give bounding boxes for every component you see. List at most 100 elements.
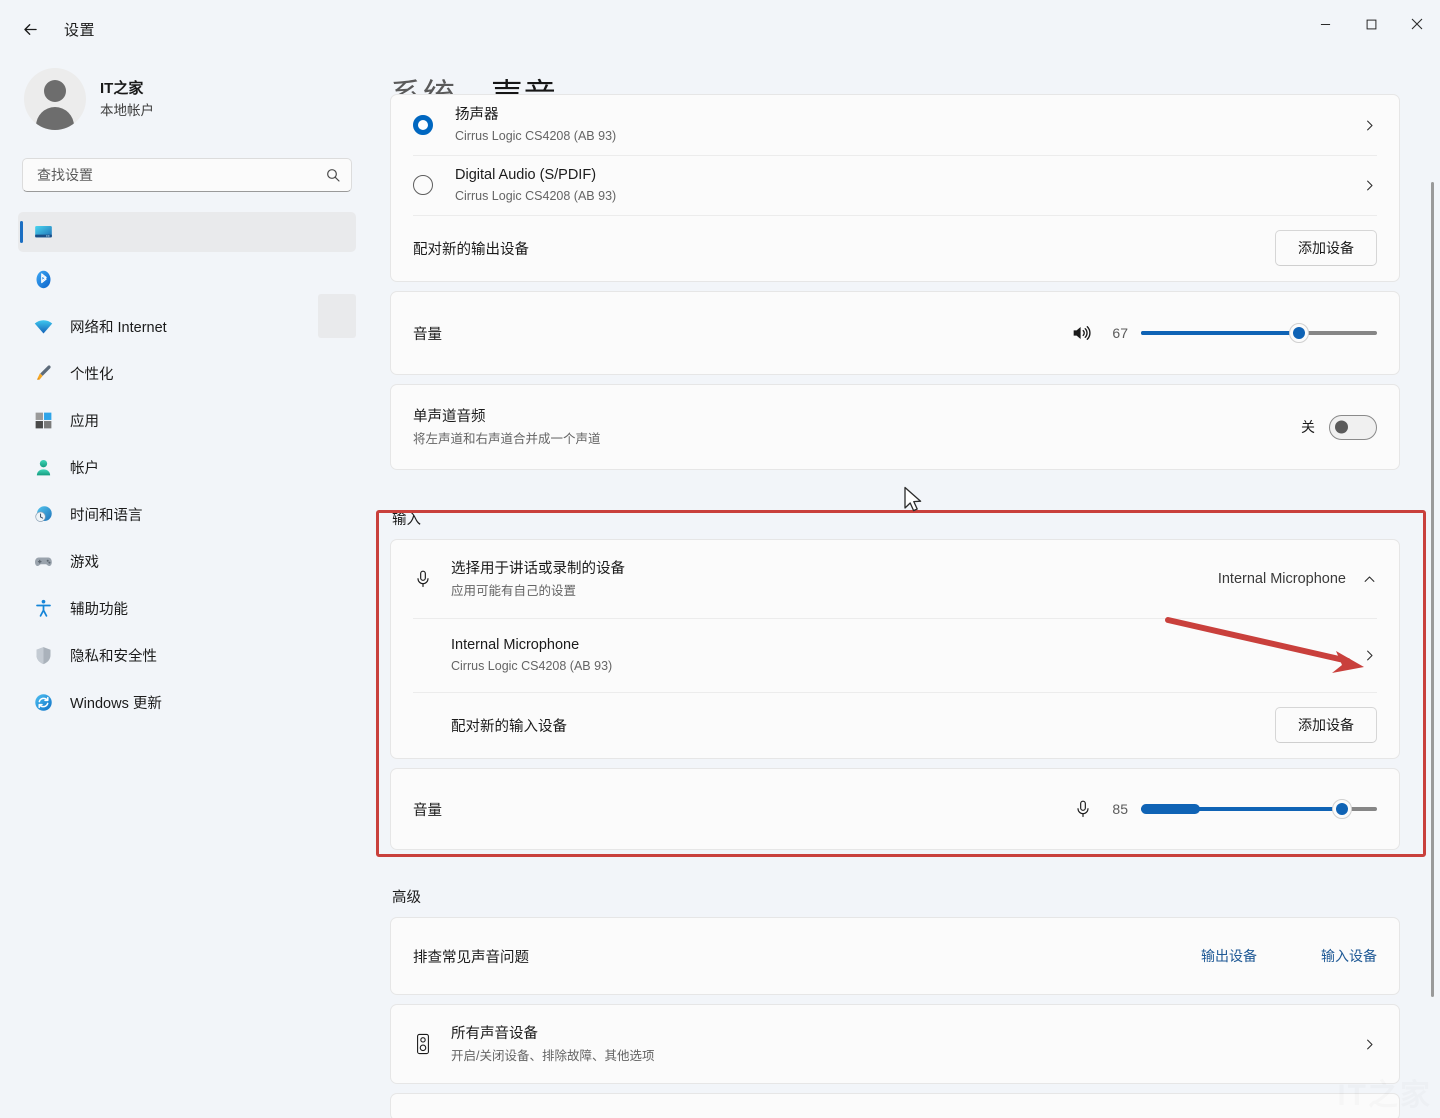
input-chooser-row[interactable]: 选择用于讲话或录制的设备 应用可能有自己的设置 Internal Microph… [391,540,1399,618]
mono-audio-toggle[interactable] [1329,415,1377,440]
device-name: Digital Audio (S/PDIF) [455,167,596,183]
mono-audio-card: 单声道音频 将左声道和右声道合并成一个声道 关 [390,384,1400,470]
all-sound-devices-card[interactable]: 所有声音设备 开启/关闭设备、排除故障、其他选项 [390,1004,1400,1084]
chevron-right-icon[interactable] [1362,118,1377,133]
maximize-button[interactable] [1348,0,1394,48]
gaming-icon [32,550,54,572]
speaker-icon[interactable] [1069,322,1093,344]
output-volume-slider[interactable] [1141,322,1377,344]
input-level-meter [1141,804,1200,814]
mono-audio-row[interactable]: 单声道音频 将左声道和右声道合并成一个声道 关 [391,385,1399,469]
accounts-icon [32,456,54,478]
sidebar-nav: 系统 蓝牙和其他设备 [18,212,356,722]
microphone-icon[interactable] [1073,798,1093,820]
troubleshoot-label: 排查常见声音问题 [413,946,529,967]
system-icon [32,221,54,243]
sidebar-item-bluetooth[interactable]: 蓝牙和其他设备 [18,259,356,299]
search-icon [325,167,341,183]
troubleshoot-card: 排查常见声音问题 输出设备 输入设备 [390,917,1400,995]
input-section-title: 输入 [392,508,1440,529]
toggle-knob [1335,421,1348,434]
mono-audio-sub: 将左声道和右声道合并成一个声道 [413,430,601,448]
output-volume-row[interactable]: 音量 67 [391,292,1399,374]
all-sound-devices-row[interactable]: 所有声音设备 开启/关闭设备、排除故障、其他选项 [391,1005,1399,1083]
sidebar-label-overlay [318,294,356,338]
input-volume-row[interactable]: 音量 85 [391,769,1399,849]
account-name: IT之家 [100,79,154,99]
radio-selected-icon[interactable] [413,115,433,135]
apps-icon [32,409,54,431]
slider-thumb[interactable] [1289,323,1309,343]
chevron-right-icon[interactable] [1362,178,1377,193]
network-icon [32,315,54,337]
chevron-right-icon[interactable] [1362,648,1377,663]
input-chooser-value: Internal Microphone [1218,569,1346,589]
avatar [24,68,86,130]
sidebar-item-personalization[interactable]: 个性化 [18,353,356,393]
title-bar: 设置 [0,0,1440,58]
minimize-button[interactable] [1302,0,1348,48]
time-language-icon [32,503,54,525]
close-button[interactable] [1394,0,1440,48]
sidebar-item-system[interactable]: 系统 [18,212,356,252]
input-devices-card: 选择用于讲话或录制的设备 应用可能有自己的设置 Internal Microph… [390,539,1400,759]
mono-audio-state: 关 [1301,417,1315,437]
sidebar-item-time-language[interactable]: 时间和语言 [18,494,356,534]
settings-scroll-area[interactable]: 扬声器 Cirrus Logic CS4208 (AB 93) Digital … [374,130,1440,1118]
input-chooser-title: 选择用于讲话或录制的设备 [451,559,1218,579]
sidebar-item-accounts[interactable]: 帐户 [18,447,356,487]
output-volume-value: 67 [1106,325,1128,341]
advanced-section-title: 高级 [392,886,1440,907]
sidebar-item-windows-update[interactable]: Windows 更新 [18,682,356,722]
content-scrollbar[interactable] [1431,182,1434,997]
sidebar-item-privacy-security[interactable]: 隐私和安全性 [18,635,356,675]
privacy-security-icon [32,644,54,666]
output-volume-label: 音量 [413,323,442,344]
accessibility-icon [32,597,54,619]
window-controls [1302,0,1440,48]
search-box[interactable] [22,158,352,192]
back-button[interactable] [12,11,48,47]
output-device-row-speakers[interactable]: 扬声器 Cirrus Logic CS4208 (AB 93) [391,95,1399,155]
chevron-right-icon[interactable] [1362,1037,1377,1052]
troubleshoot-output-link[interactable]: 输出设备 [1201,946,1257,966]
account-block[interactable]: IT之家 本地帐户 [24,68,356,130]
device-sub: Cirrus Logic CS4208 (AB 93) [455,127,1362,145]
device-name: 扬声器 [455,107,499,123]
add-output-device-button[interactable]: 添加设备 [1275,230,1377,266]
sidebar-item-apps[interactable]: 应用 [18,400,356,440]
input-section: 输入 选择用于讲话或录制的设备 应用可能有自己的设置 [374,508,1440,850]
bluetooth-icon [32,268,54,290]
pair-input-device-row: 配对新的输入设备 添加设备 [391,692,1399,758]
sidebar-item-label: 个性化 [70,363,114,384]
add-input-device-button[interactable]: 添加设备 [1275,707,1377,743]
slider-fill [1141,331,1299,335]
input-volume-slider[interactable] [1141,798,1377,820]
sidebar-item-accessibility[interactable]: 辅助功能 [18,588,356,628]
app-title: 设置 [64,19,95,40]
slider-thumb[interactable] [1332,799,1352,819]
windows-update-icon [32,691,54,713]
mono-audio-toggle-group[interactable]: 关 [1301,415,1377,440]
sidebar-item-label: 时间和语言 [70,504,143,525]
output-device-row-spdif[interactable]: Digital Audio (S/PDIF) Cirrus Logic CS42… [391,155,1399,215]
search-input[interactable] [37,167,325,183]
sidebar-item-network[interactable]: 网络和 Internet [18,306,356,346]
chevron-up-icon[interactable] [1362,572,1377,587]
troubleshoot-input-link[interactable]: 输入设备 [1321,946,1377,966]
radio-unselected-icon[interactable] [413,175,433,195]
account-type: 本地帐户 [100,101,154,120]
all-sound-devices-sub: 开启/关闭设备、排除故障、其他选项 [451,1047,1362,1065]
sidebar-item-label: 应用 [70,410,99,431]
troubleshoot-row: 排查常见声音问题 输出设备 输入设备 [391,918,1399,994]
input-volume-value: 85 [1106,801,1128,817]
sidebar-item-label: 游戏 [70,551,99,572]
input-device-row[interactable]: Internal Microphone Cirrus Logic CS4208 … [391,618,1399,692]
microphone-icon [413,568,433,590]
input-volume-label: 音量 [413,799,442,820]
output-volume-slider-group[interactable]: 67 [1069,322,1377,344]
input-volume-slider-group[interactable]: 85 [1073,798,1377,820]
next-card-partial[interactable] [390,1093,1400,1118]
sidebar-item-gaming[interactable]: 游戏 [18,541,356,581]
input-device-name: Internal Microphone [451,637,579,653]
